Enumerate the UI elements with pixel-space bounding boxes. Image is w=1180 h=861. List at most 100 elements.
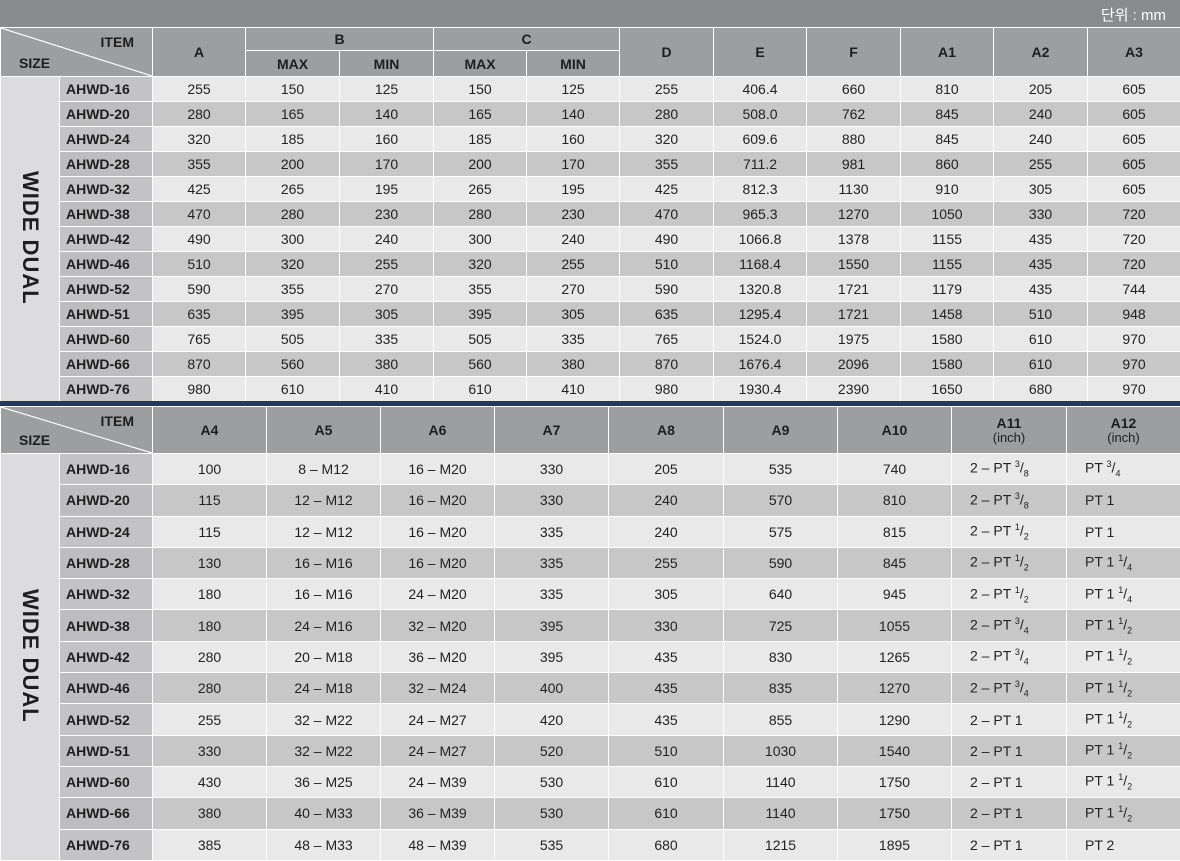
cell-A1: 910 [901,177,994,202]
table-row: AHWD-516353953053953056351295.4172114585… [1,302,1180,327]
cell-a10: 810 [838,485,952,516]
cell-C-max: 355 [434,277,527,302]
header-A9: A9 [724,407,838,454]
cell-a11: 2 – PT 3/8 [952,485,1067,516]
cell-C-max: 610 [434,377,527,402]
a11-numerator: 1 [1015,522,1020,532]
a12-numerator: 1 [1118,772,1123,782]
cell-a8: 510 [609,735,724,766]
cell-A3: 948 [1088,302,1180,327]
table-row: AHWD-465103202553202555101168.4155011554… [1,252,1180,277]
cell-A: 635 [153,302,246,327]
size-cell: AHWD-16 [60,77,153,102]
cell-a12: PT 1 1/4 [1067,579,1180,610]
cell-A3: 720 [1088,252,1180,277]
cell-a9: 855 [724,704,838,735]
cell-A: 425 [153,177,246,202]
cell-a7: 395 [495,610,609,641]
a11-text: 2 – PT [970,617,1015,633]
header-A1: A1 [901,28,994,77]
cell-C-min: 380 [527,352,620,377]
cell-a10: 1270 [838,673,952,704]
cell-a7: 395 [495,641,609,672]
a12-text: PT [1085,460,1107,476]
cell-a5: 12 – M12 [267,485,381,516]
cell-E: 1676.4 [714,352,807,377]
header-C-min: MIN [527,51,620,77]
cell-a5: 40 – M33 [267,798,381,829]
cell-a9: 590 [724,547,838,578]
cell-A1: 1580 [901,352,994,377]
cell-a7: 420 [495,704,609,735]
cell-E: 1320.8 [714,277,807,302]
cell-a12: PT 1 1/2 [1067,798,1180,829]
cell-F: 1975 [807,327,901,352]
cell-F: 1721 [807,277,901,302]
cell-A1: 1580 [901,327,994,352]
a12-numerator: 1 [1118,585,1123,595]
item-label: ITEM [101,413,134,429]
a11-text: 2 – PT 1 [970,712,1023,728]
cell-a4: 115 [153,516,267,547]
cell-a11: 2 – PT 3/4 [952,610,1067,641]
a11-denominator: 8 [1024,469,1029,479]
cell-C-min: 255 [527,252,620,277]
cell-B-min: 230 [340,202,434,227]
a11-text: 2 – PT [970,491,1015,507]
cell-F: 981 [807,152,901,177]
cell-a5: 8 – M12 [267,454,381,485]
cell-a5: 24 – M18 [267,673,381,704]
cell-A1: 845 [901,127,994,152]
header-B: B [246,28,434,51]
cell-a4: 130 [153,547,267,578]
cell-A: 980 [153,377,246,402]
size-cell: AHWD-20 [60,102,153,127]
cell-C-max: 150 [434,77,527,102]
a12-text: PT 1 [1085,492,1114,508]
cell-E: 1066.8 [714,227,807,252]
table-row: AHWD-28355200170200170355711.29818602556… [1,152,1180,177]
size-cell: AHWD-66 [60,798,153,829]
cell-E: 609.6 [714,127,807,152]
header-A5: A5 [267,407,381,454]
size-cell: AHWD-32 [60,177,153,202]
cell-a8: 330 [609,610,724,641]
cell-a12: PT 1 1/2 [1067,641,1180,672]
cell-C-min: 335 [527,327,620,352]
cell-a11: 2 – PT 1 [952,798,1067,829]
cell-B-max: 280 [246,202,340,227]
cell-C-min: 240 [527,227,620,252]
cell-C-max: 395 [434,302,527,327]
a11-numerator: 3 [1015,459,1020,469]
table-row: AHWD-4628024 – M1832 – M2440043583512702… [1,673,1180,704]
header-C: C [434,28,620,51]
size-cell: AHWD-24 [60,127,153,152]
cell-a6: 36 – M20 [381,641,495,672]
cell-A3: 720 [1088,227,1180,252]
cell-F: 1130 [807,177,901,202]
cell-B-max: 200 [246,152,340,177]
a12-denominator: 2 [1127,688,1132,698]
cell-C-min: 270 [527,277,620,302]
cell-a12: PT 1 [1067,485,1180,516]
cell-A: 320 [153,127,246,152]
a12-numerator: 1 [1118,616,1123,626]
cell-A: 510 [153,252,246,277]
cell-D: 590 [620,277,714,302]
cell-C-min: 140 [527,102,620,127]
cell-B-max: 610 [246,377,340,402]
cell-F: 762 [807,102,901,127]
cell-a5: 16 – M16 [267,579,381,610]
cell-B-min: 335 [340,327,434,352]
cell-a11: 2 – PT 1 [952,704,1067,735]
cell-F: 660 [807,77,901,102]
cell-a4: 280 [153,673,267,704]
cell-B-min: 255 [340,252,434,277]
header-A8: A8 [609,407,724,454]
header-A2: A2 [994,28,1088,77]
a11-denominator: 4 [1024,657,1029,667]
cell-a11: 2 – PT 3/4 [952,641,1067,672]
size-cell: AHWD-38 [60,202,153,227]
cell-A2: 435 [994,277,1088,302]
cell-a4: 330 [153,735,267,766]
